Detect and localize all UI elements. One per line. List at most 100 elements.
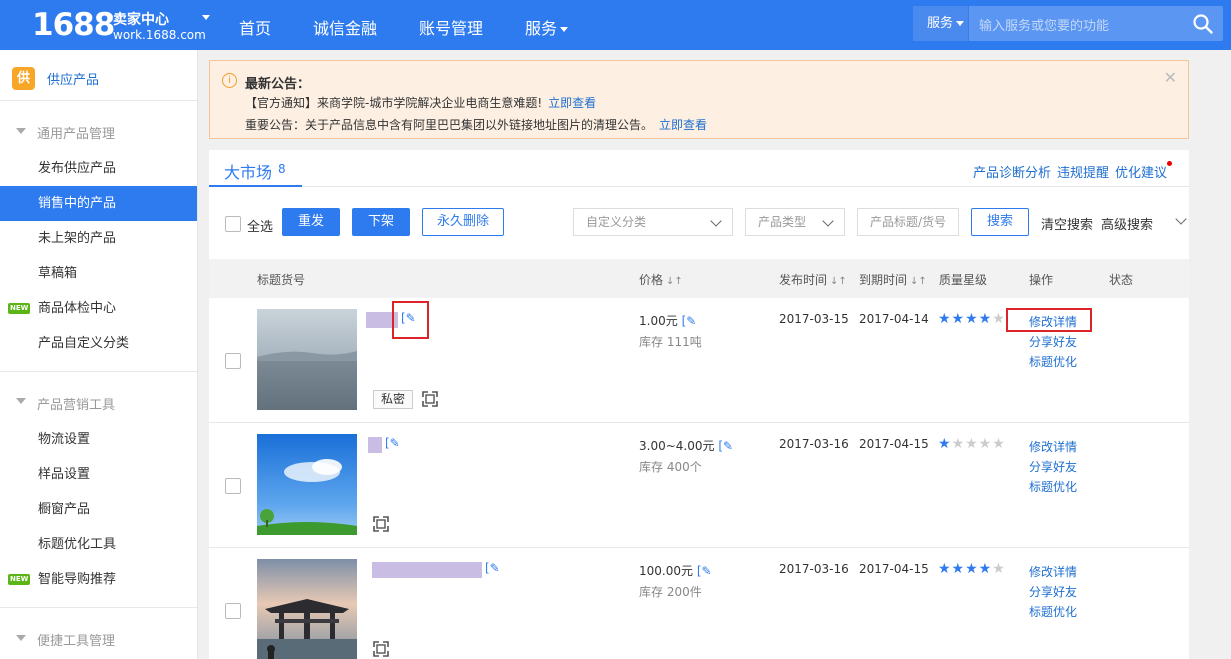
nav-credit-finance[interactable]: 诚信金融 (313, 15, 377, 39)
diagnosis-link[interactable]: 产品诊断分析 (973, 166, 1051, 181)
qrcode-icon[interactable] (373, 516, 389, 532)
star-filled-icon: ★★★★ (938, 311, 993, 327)
advanced-search-label: 高级搜索 (1101, 218, 1154, 233)
sidebar-item-showcase[interactable]: 橱窗产品 (0, 492, 197, 527)
collapse-caret-icon[interactable] (16, 128, 26, 134)
nav-home[interactable]: 首页 (239, 15, 271, 39)
stock-value: 库存 111吨 (639, 335, 702, 349)
sidebar-item-drafts[interactable]: 草稿箱 (0, 256, 197, 291)
delete-button[interactable]: 永久删除 (422, 208, 504, 236)
sidebar-item-unlisted[interactable]: 未上架的产品 (0, 221, 197, 256)
collapse-caret-icon[interactable] (16, 635, 26, 641)
product-thumbnail[interactable] (257, 434, 357, 535)
expire-date: 2017-04-14 (859, 312, 929, 326)
price-text: 3.00~4.00元 (639, 439, 715, 453)
edit-price-icon[interactable]: [✎ (718, 439, 733, 453)
edit-details-link[interactable]: 修改详情 (1029, 562, 1077, 582)
table-header: 标题货号 价格 ↓↑ 发布时间 ↓↑ 到期时间 ↓↑ 质量星级 操作 状态 (209, 259, 1189, 298)
announcement-title: 最新公告： (245, 77, 311, 92)
qrcode-icon[interactable] (373, 641, 389, 657)
close-icon[interactable]: ✕ (1164, 68, 1177, 87)
view-now-link[interactable]: 立即查看 (548, 96, 596, 110)
col-title: 标题货号 (257, 273, 306, 287)
violation-link[interactable]: 违规提醒 (1057, 166, 1109, 181)
sidebar-group-tools[interactable]: 便捷工具管理 (37, 630, 115, 649)
edit-title-icon[interactable]: [✎ (485, 561, 500, 575)
sidebar-title[interactable]: 供应产品 (47, 69, 99, 88)
sidebar-item-on-sale[interactable]: 销售中的产品 (0, 186, 197, 221)
optimize-link[interactable]: 优化建议 (1115, 166, 1167, 181)
offline-button[interactable]: 下架 (352, 208, 410, 236)
search-category-select[interactable]: 服务 (913, 6, 969, 41)
divider (0, 607, 198, 608)
share-link[interactable]: 分享好友 (1029, 582, 1077, 602)
col-label: 价格 (639, 273, 664, 287)
product-thumbnail[interactable] (257, 559, 357, 659)
sidebar-header: 供 供应产品 (0, 50, 198, 101)
star-empty-icon: ★ (992, 561, 1006, 577)
edit-price-icon[interactable]: [✎ (697, 564, 712, 578)
publish-date: 2017-03-16 (779, 437, 849, 451)
quality-stars: ★★★★★ (938, 436, 1006, 452)
price-value: 100.00元 [✎ (639, 562, 712, 579)
sidebar-item-logistics[interactable]: 物流设置 (0, 422, 197, 457)
edit-title-icon[interactable]: [✎ (385, 436, 400, 450)
clear-search-link[interactable]: 清空搜索 (1041, 214, 1093, 233)
search-box: 服务 输入服务或您要的功能 (913, 6, 1223, 41)
sidebar-group-marketing[interactable]: 产品营销工具 (37, 394, 115, 413)
chevron-down-icon (956, 21, 965, 26)
title-optimize-link[interactable]: 标题优化 (1029, 477, 1077, 497)
product-type-select[interactable]: 产品类型 (745, 208, 845, 236)
title-optimize-link[interactable]: 标题优化 (1029, 352, 1077, 372)
logo-number[interactable]: 1688 (32, 7, 115, 43)
col-publish[interactable]: 发布时间 ↓↑ (779, 271, 847, 288)
row-checkbox[interactable] (225, 603, 241, 619)
row-checkbox[interactable] (225, 353, 241, 369)
select-all-label[interactable]: 全选 (247, 216, 273, 235)
search-input[interactable]: 输入服务或您要的功能 (979, 15, 1109, 34)
sidebar: 供 供应产品 通用产品管理 发布供应产品 销售中的产品 未上架的产品 草稿箱 N… (0, 50, 198, 659)
title-optimize-link[interactable]: 标题优化 (1029, 602, 1077, 622)
sidebar-item-smart-recommend[interactable]: NEW 智能导购推荐 (0, 562, 197, 597)
product-thumbnail[interactable] (257, 309, 357, 410)
row-checkbox[interactable] (225, 478, 241, 494)
nav-services[interactable]: 服务 (525, 15, 569, 39)
top-links: 产品诊断分析 违规提醒 优化建议 (967, 162, 1167, 181)
blurred-title (372, 562, 482, 578)
logo-title[interactable]: 卖家中心 (113, 9, 169, 29)
notification-dot (1167, 161, 1172, 166)
sort-icon: ↓↑ (666, 276, 683, 287)
search-category-label: 服务 (927, 16, 954, 31)
sidebar-item-title-optimizer[interactable]: 标题优化工具 (0, 527, 197, 562)
edit-price-icon[interactable]: [✎ (682, 314, 697, 328)
announcement-line: 【官方通知】来商学院-城市学院解决企业电商生意难题! 立即查看 (245, 94, 596, 111)
share-link[interactable]: 分享好友 (1029, 457, 1077, 477)
blurred-title (368, 437, 382, 453)
sidebar-item-health-check[interactable]: NEW 商品体检中心 (0, 291, 197, 326)
sidebar-item-publish[interactable]: 发布供应产品 (0, 151, 197, 186)
tab-market[interactable]: 大市场 8 (209, 150, 302, 187)
qrcode-icon[interactable] (422, 391, 438, 407)
share-link[interactable]: 分享好友 (1029, 332, 1077, 352)
tab-count: 8 (278, 162, 286, 176)
edit-details-link[interactable]: 修改详情 (1029, 437, 1077, 457)
nav-account[interactable]: 账号管理 (419, 15, 483, 39)
logo-chevron-down-icon[interactable] (202, 15, 210, 20)
collapse-caret-icon[interactable] (16, 398, 26, 404)
col-expire[interactable]: 到期时间 ↓↑ (859, 271, 927, 288)
sidebar-item-samples[interactable]: 样品设置 (0, 457, 197, 492)
quality-stars: ★★★★★ (938, 561, 1006, 577)
view-now-link[interactable]: 立即查看 (659, 118, 707, 132)
search-button[interactable]: 搜索 (971, 208, 1029, 236)
sidebar-item-custom-category[interactable]: 产品自定义分类 (0, 326, 197, 361)
sidebar-group-general[interactable]: 通用产品管理 (37, 123, 115, 142)
col-price[interactable]: 价格 ↓↑ (639, 271, 683, 288)
stock-value: 库存 400个 (639, 460, 702, 474)
republish-button[interactable]: 重发 (282, 208, 340, 236)
select-all-checkbox[interactable] (225, 216, 241, 232)
search-icon[interactable] (1193, 14, 1213, 34)
sidebar-item-label: 商品体检中心 (38, 301, 117, 316)
custom-category-select[interactable]: 自定义分类 (573, 208, 733, 236)
advanced-search-toggle[interactable]: 高级搜索 (1101, 213, 1187, 233)
keyword-input[interactable]: 产品标题/货号 (857, 208, 959, 236)
